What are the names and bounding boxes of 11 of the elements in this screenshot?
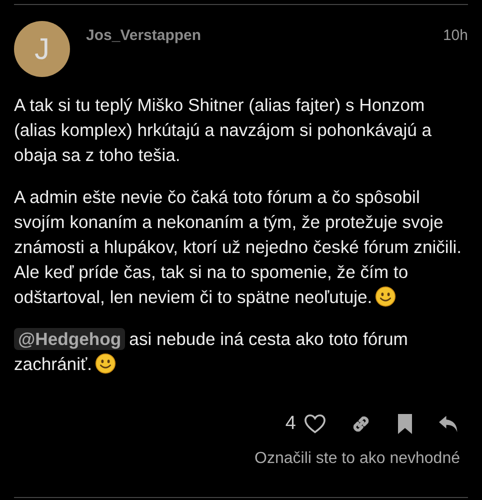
like-count: 4: [285, 412, 296, 436]
post-paragraph: A admin ešte nevie čo čaká toto fórum a čo spôsobil svojím konaním a nekonaním a tým, že protežuje svoje známosti a hlupákov, ktorí už nejedno české fórum zničili. Ale keď príde čas, tak si na to spomenie, že čím to odštartoval, len neviem či to spätne neoľutuje.: [14, 186, 463, 309]
flag-notice: Označili ste to ako nevhodné: [254, 448, 460, 468]
post-paragraph: A tak si tu teplý Miško Shitner (alias fajter) s Honzom (alias komplex) hrkútajú a navzájom si pohonkávajú a obaja sa z toho tešia.: [14, 94, 433, 167]
post-time[interactable]: 10h: [442, 25, 468, 77]
username[interactable]: Jos_Verstappen: [86, 25, 202, 77]
user-mention[interactable]: @Hedgehog: [14, 328, 126, 350]
reply-icon[interactable]: [438, 414, 460, 434]
heart-icon[interactable]: [304, 414, 326, 434]
bookmark-icon[interactable]: [396, 413, 414, 436]
post-paragraph: @Hedgehog asi nebude iná cesta ako toto fórum zachrániť.: [14, 327, 409, 376]
